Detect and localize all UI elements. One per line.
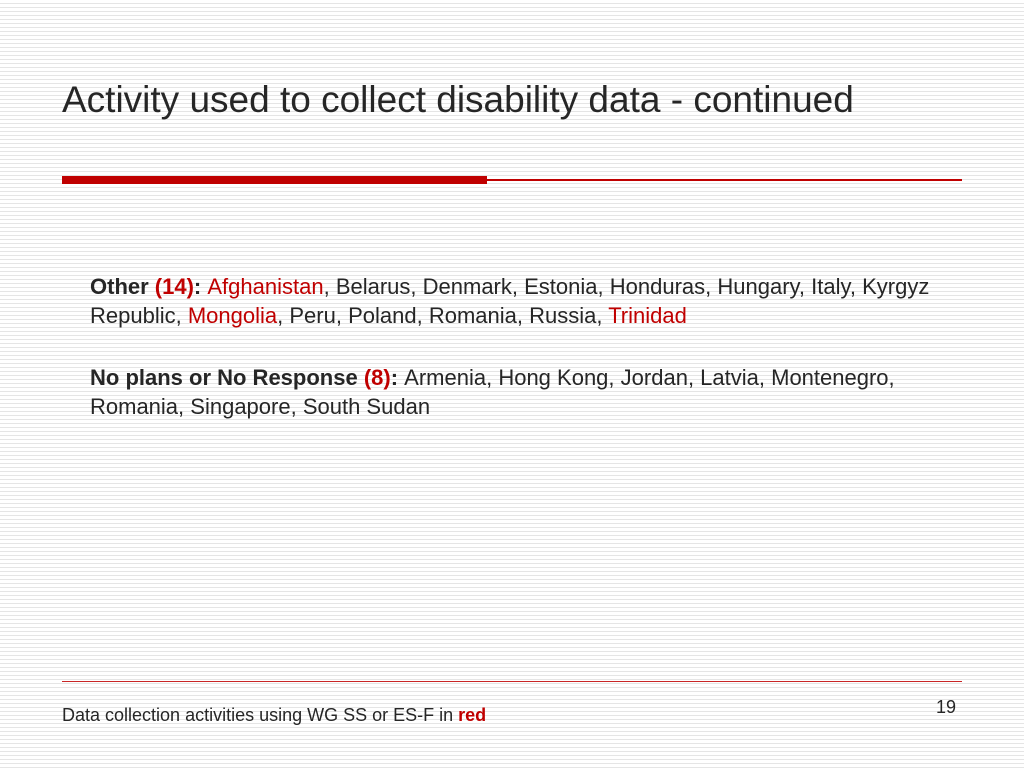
section-item: Russia [529,303,596,328]
section-item: South Sudan [303,394,430,419]
section-0: Other (14): Afghanistan, Belarus, Denmar… [90,273,944,330]
section-colon: : [194,274,207,299]
section-count: (8) [364,365,391,390]
footer-note-red: red [458,705,486,725]
title-rule-thin [487,179,962,181]
title-rule-thick [62,176,487,184]
section-item: Jordan [621,365,688,390]
section-1: No plans or No Response (8): Armenia, Ho… [90,364,944,421]
section-item: Singapore [190,394,290,419]
section-item: Italy [811,274,850,299]
section-item: Peru [289,303,335,328]
section-label: No plans or No Response [90,365,364,390]
section-count: (14) [155,274,194,299]
section-colon: : [391,365,404,390]
section-item: Hungary [717,274,799,299]
section-item: Hong Kong [498,365,608,390]
section-item: Romania [429,303,517,328]
section-item: Armenia [404,365,486,390]
slide: Activity used to collect disability data… [0,0,1024,768]
section-item: Afghanistan [207,274,323,299]
body-content: Other (14): Afghanistan, Belarus, Denmar… [90,273,944,455]
title-area: Activity used to collect disability data… [62,78,962,122]
section-item: Denmark [423,274,512,299]
footer-note: Data collection activities using WG SS o… [62,705,486,726]
section-item: Montenegro [771,365,888,390]
section-item: Trinidad [608,303,687,328]
section-item: Estonia [524,274,597,299]
slide-title: Activity used to collect disability data… [62,78,962,122]
section-item: Latvia [700,365,759,390]
page-number: 19 [936,697,956,718]
section-item: Honduras [610,274,705,299]
footer-rule [62,681,962,682]
section-label: Other [90,274,155,299]
section-item: Mongolia [188,303,277,328]
footer-note-prefix: Data collection activities using WG SS o… [62,705,458,725]
section-item: Poland [348,303,417,328]
title-rule [62,176,962,186]
section-item: Romania [90,394,178,419]
section-item: Belarus [336,274,411,299]
